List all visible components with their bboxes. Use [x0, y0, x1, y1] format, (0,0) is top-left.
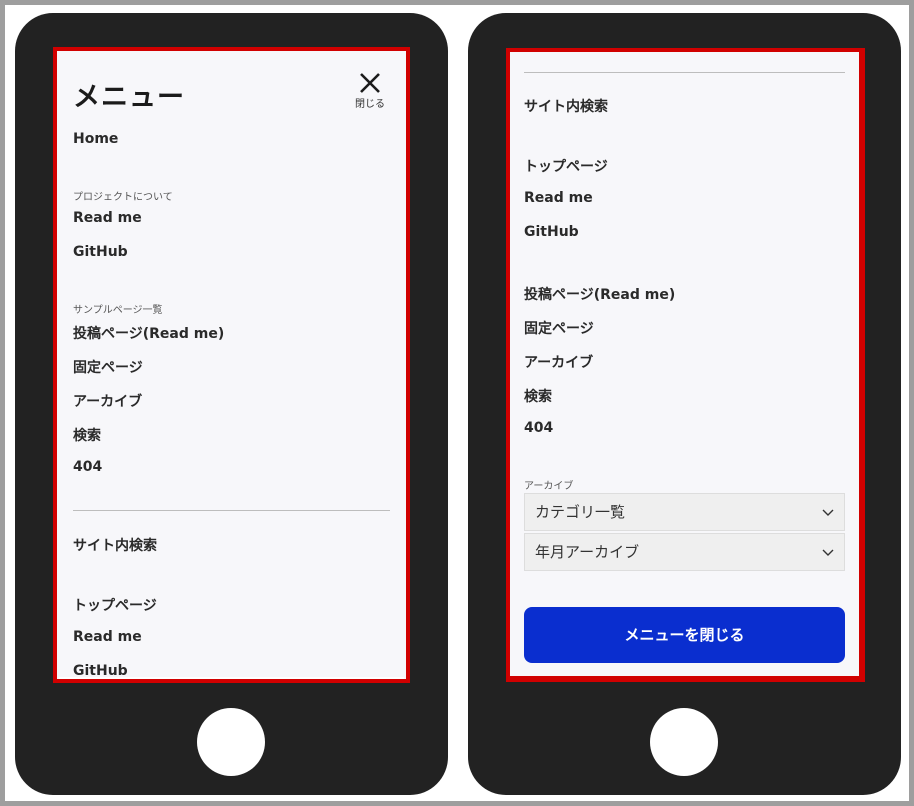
- divider: [524, 72, 845, 73]
- nav-item-post-page[interactable]: 投稿ページ(Read me): [524, 284, 675, 304]
- section-label-samples: サンプルページ一覧: [73, 305, 163, 316]
- close-icon: [360, 73, 380, 93]
- nav-item-archive[interactable]: アーカイブ: [524, 352, 593, 372]
- close-menu-button[interactable]: メニューを閉じる: [524, 607, 845, 663]
- home-button[interactable]: [197, 708, 265, 776]
- nav-item-archive[interactable]: アーカイブ: [73, 391, 142, 411]
- nav-item-github[interactable]: GitHub: [73, 244, 128, 260]
- nav-item-readme-2[interactable]: Read me: [73, 629, 142, 645]
- nav-item-fixed-page[interactable]: 固定ページ: [524, 318, 594, 338]
- month-select[interactable]: 年月アーカイブ: [524, 533, 845, 571]
- chevron-down-icon: [822, 549, 834, 556]
- divider: [73, 510, 390, 511]
- nav-item-404[interactable]: 404: [73, 459, 102, 475]
- nav-item-fixed-page[interactable]: 固定ページ: [73, 357, 143, 377]
- nav-item-github-2[interactable]: GitHub: [73, 663, 128, 679]
- site-search-heading: サイト内検索: [73, 538, 157, 554]
- section-label-project: プロジェクトについて: [73, 192, 173, 203]
- menu-title: メニュー: [73, 82, 185, 113]
- close-button[interactable]: 閉じる: [350, 71, 390, 113]
- nav-item-readme[interactable]: Read me: [524, 190, 593, 206]
- nav-item-search[interactable]: 検索: [524, 386, 552, 406]
- category-select[interactable]: カテゴリ一覧: [524, 493, 845, 531]
- chevron-down-icon: [822, 509, 834, 516]
- nav-item-home[interactable]: Home: [73, 131, 118, 147]
- site-search-heading: サイト内検索: [524, 99, 608, 115]
- nav-item-top-page[interactable]: トップページ: [73, 595, 157, 615]
- category-select-value: カテゴリ一覧: [535, 503, 626, 521]
- nav-item-top-page[interactable]: トップページ: [524, 156, 608, 176]
- section-label-archive: アーカイブ: [524, 481, 574, 492]
- close-label: 閉じる: [355, 99, 385, 110]
- nav-item-readme[interactable]: Read me: [73, 210, 142, 226]
- nav-item-404[interactable]: 404: [524, 420, 553, 436]
- screen-right: サイト内検索 トップページ Read me GitHub 投稿ページ(Read …: [506, 48, 865, 682]
- month-select-value: 年月アーカイブ: [535, 543, 640, 561]
- nav-item-search[interactable]: 検索: [73, 425, 101, 445]
- screen-left: メニュー 閉じる Home プロジェクトについて Read me GitHub …: [53, 47, 410, 683]
- nav-item-github[interactable]: GitHub: [524, 224, 579, 240]
- home-button[interactable]: [650, 708, 718, 776]
- nav-item-post-page[interactable]: 投稿ページ(Read me): [73, 323, 224, 343]
